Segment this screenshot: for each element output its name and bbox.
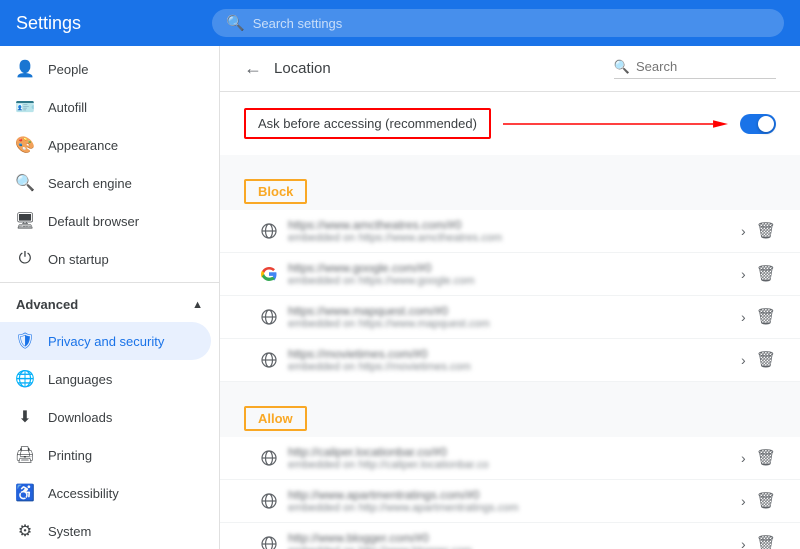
search-icon-content: 🔍	[614, 59, 630, 75]
sidebar-item-autofill[interactable]: 🪪 Autofill	[0, 88, 211, 126]
allow-label-wrapper: Allow	[220, 390, 800, 437]
search-input[interactable]	[253, 16, 770, 31]
delete-button[interactable]: 🗑	[756, 264, 776, 284]
system-icon: ⚙	[16, 522, 34, 540]
site-text: http://www.apartmentratings.com/#0 embed…	[288, 488, 731, 514]
expand-icon[interactable]: ›	[741, 352, 746, 368]
table-row: http://caliper.locationbar.co/#0 embedde…	[220, 437, 800, 480]
expand-icon[interactable]: ›	[741, 450, 746, 466]
expand-icon[interactable]: ›	[741, 223, 746, 239]
site-text: https://www.amctheatres.com/#0 embedded …	[288, 218, 731, 244]
arrow-decoration	[503, 114, 728, 134]
sidebar-divider-1	[0, 282, 219, 283]
block-label: Block	[244, 179, 307, 204]
page-title: Location	[274, 60, 331, 77]
sidebar-item-privacy-security[interactable]: 🛡 Privacy and security	[0, 322, 211, 360]
toggle-knob	[758, 116, 774, 132]
table-row: https://movietimes.com/#0 embedded on ht…	[220, 339, 800, 382]
table-row: https://www.google.com/#0 embedded on ht…	[220, 253, 800, 296]
shield-icon: 🛡	[16, 332, 34, 350]
ask-label: Ask before accessing (recommended)	[244, 108, 491, 139]
sidebar-item-default-browser[interactable]: 🖥 Default browser	[0, 202, 211, 240]
appearance-icon: 🎨	[16, 136, 34, 154]
site-text: https://www.mapquest.com/#0 embedded on …	[288, 304, 731, 330]
sidebar-item-on-startup[interactable]: ⏻ On startup	[0, 240, 211, 278]
block-section: Block https://www.amctheatres.com/#0 emb…	[220, 163, 800, 382]
site-text: https://www.google.com/#0 embedded on ht…	[288, 261, 731, 287]
delete-button[interactable]: 🗑	[756, 307, 776, 327]
ask-toggle[interactable]	[740, 114, 776, 134]
topbar: Settings 🔍	[0, 0, 800, 46]
delete-button[interactable]: 🗑	[756, 534, 776, 549]
expand-icon[interactable]: ›	[741, 536, 746, 549]
delete-button[interactable]: 🗑	[756, 221, 776, 241]
delete-button[interactable]: 🗑	[756, 350, 776, 370]
allow-label: Allow	[244, 406, 307, 431]
site-globe-icon	[260, 308, 278, 326]
content-search-bar[interactable]: 🔍	[614, 59, 776, 79]
back-button[interactable]: ←	[244, 58, 262, 79]
browser-icon: 🖥	[16, 212, 34, 230]
table-row: http://www.blogger.com/#0 embedded on ht…	[220, 523, 800, 549]
sidebar-item-printing[interactable]: 🖨 Printing	[0, 436, 211, 474]
topbar-search-bar[interactable]: 🔍	[212, 9, 784, 37]
site-text: http://caliper.locationbar.co/#0 embedde…	[288, 445, 731, 471]
sidebar-item-system[interactable]: ⚙ System	[0, 512, 211, 549]
sidebar-item-people[interactable]: 👤 People	[0, 50, 211, 88]
search-icon: 🔍	[226, 14, 245, 32]
person-icon: 👤	[16, 60, 34, 78]
expand-icon[interactable]: ›	[741, 493, 746, 509]
download-icon: ⬇	[16, 408, 34, 426]
table-row: http://www.apartmentratings.com/#0 embed…	[220, 480, 800, 523]
allow-section: Allow http://caliper.locationbar.co/#0 e…	[220, 390, 800, 549]
table-row: https://www.mapquest.com/#0 embedded on …	[220, 296, 800, 339]
accessibility-icon: ♿	[16, 484, 34, 502]
sidebar-item-languages[interactable]: 🌐 Languages	[0, 360, 211, 398]
block-label-wrapper: Block	[220, 163, 800, 210]
site-text: https://movietimes.com/#0 embedded on ht…	[288, 347, 731, 373]
app-title: Settings	[16, 13, 196, 34]
content-search-input[interactable]	[636, 59, 776, 74]
advanced-section-label[interactable]: Advanced ▲	[0, 287, 219, 322]
content-header-left: ← Location	[244, 58, 331, 79]
startup-icon: ⏻	[16, 250, 34, 268]
table-row: https://www.amctheatres.com/#0 embedded …	[220, 210, 800, 253]
site-globe-icon	[260, 351, 278, 369]
site-text: http://www.blogger.com/#0 embedded on ht…	[288, 531, 731, 549]
autofill-icon: 🪪	[16, 98, 34, 116]
advanced-chevron: ▲	[192, 299, 203, 311]
sidebar-item-accessibility[interactable]: ♿ Accessibility	[0, 474, 211, 512]
site-globe-icon	[260, 222, 278, 240]
sidebar: 👤 People 🪪 Autofill 🎨 Appearance 🔍 Searc…	[0, 46, 220, 549]
globe-icon: 🌐	[16, 370, 34, 388]
ask-before-accessing-row: Ask before accessing (recommended)	[220, 92, 800, 155]
sidebar-item-search-engine[interactable]: 🔍 Search engine	[0, 164, 211, 202]
delete-button[interactable]: 🗑	[756, 448, 776, 468]
print-icon: 🖨	[16, 446, 34, 464]
site-globe-icon	[260, 535, 278, 549]
search-engine-icon: 🔍	[16, 174, 34, 192]
sidebar-item-appearance[interactable]: 🎨 Appearance	[0, 126, 211, 164]
delete-button[interactable]: 🗑	[756, 491, 776, 511]
content-area: ← Location 🔍 Ask before accessing (recom…	[220, 46, 800, 549]
content-header: ← Location 🔍	[220, 46, 800, 92]
expand-icon[interactable]: ›	[741, 266, 746, 282]
expand-icon[interactable]: ›	[741, 309, 746, 325]
site-globe-icon	[260, 449, 278, 467]
google-icon	[260, 265, 278, 283]
sidebar-item-downloads[interactable]: ⬇ Downloads	[0, 398, 211, 436]
site-globe-icon	[260, 492, 278, 510]
main-layout: 👤 People 🪪 Autofill 🎨 Appearance 🔍 Searc…	[0, 46, 800, 549]
